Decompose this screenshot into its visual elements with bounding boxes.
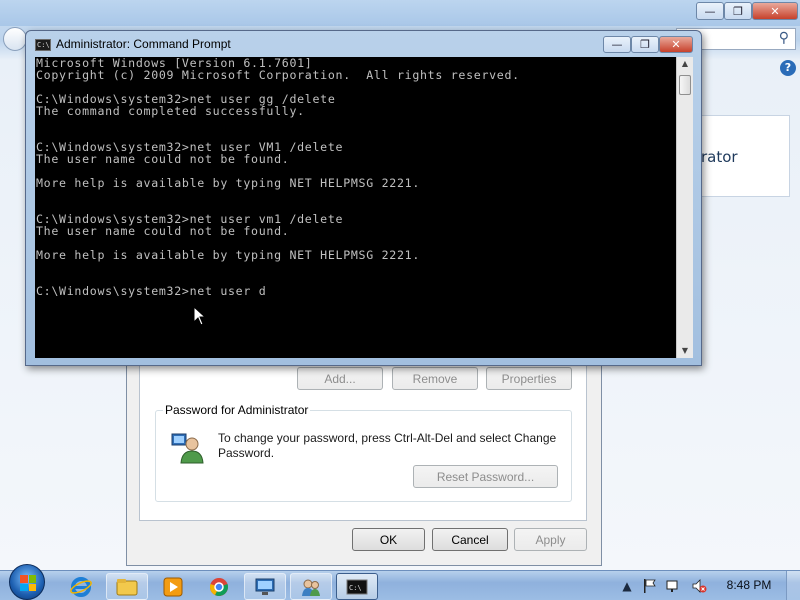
internet-explorer-icon [70, 576, 92, 597]
console-line: More help is available by typing NET HEL… [36, 248, 421, 262]
close-button[interactable]: ✕ [659, 36, 693, 53]
taskbar-remote-desktop[interactable] [244, 573, 286, 600]
action-center-flag-icon[interactable] [641, 577, 659, 595]
maximize-button[interactable]: ❐ [724, 2, 752, 20]
chrome-icon [210, 577, 228, 596]
media-player-icon [163, 577, 183, 596]
account-panel-text: rator [701, 148, 738, 166]
background-caption-buttons: — ❐ ✕ [696, 2, 798, 20]
maximize-button[interactable]: ❐ [631, 36, 659, 53]
windows-explorer-icon [116, 578, 138, 595]
taskbar-user-accounts[interactable] [290, 573, 332, 600]
user-accounts-icon [302, 579, 320, 596]
network-icon[interactable] [665, 577, 683, 595]
taskbar-media-player[interactable] [152, 573, 194, 600]
console-line: The user name could not be found. [36, 224, 290, 238]
command-prompt-window[interactable]: C:\ Administrator: Command Prompt — ❐ ✕ … [25, 30, 702, 366]
help-icon[interactable]: ? [780, 60, 796, 76]
close-button[interactable]: ✕ [752, 2, 798, 20]
console-line: Copyright (c) 2009 Microsoft Corporation… [36, 68, 520, 82]
cmd-caption-buttons: — ❐ ✕ [603, 36, 693, 53]
minimize-button[interactable]: — [603, 36, 631, 53]
taskbar-clock[interactable]: 8:48 PM [716, 578, 782, 592]
volume-muted-icon[interactable] [690, 577, 708, 595]
background-titlebar: — ❐ ✕ [0, 0, 800, 26]
scroll-thumb[interactable] [679, 75, 691, 95]
dialog-tab-page: Add... Remove Properties Password for Ad… [139, 351, 587, 521]
taskbar-internet-explorer[interactable] [60, 573, 102, 600]
window-title: Administrator: Command Prompt [56, 37, 231, 51]
back-button[interactable] [3, 27, 27, 51]
taskbar-windows-explorer[interactable] [106, 573, 148, 600]
command-prompt-icon: C:\ [346, 579, 368, 594]
console-output[interactable]: Microsoft Windows [Version 6.1.7601] Copy… [35, 57, 676, 358]
scroll-down-icon[interactable]: ▼ [677, 344, 693, 358]
taskbar: C:\ ▲ 8:48 PM [0, 564, 800, 600]
svg-text:C:\: C:\ [349, 584, 362, 592]
account-panel: rator [700, 115, 790, 197]
start-button[interactable] [9, 564, 45, 600]
vertical-scrollbar[interactable]: ▲ ▼ [676, 57, 693, 358]
cancel-button[interactable]: Cancel [432, 528, 508, 551]
remote-desktop-icon [255, 578, 275, 595]
show-hidden-icons-icon[interactable]: ▲ [618, 577, 636, 595]
taskbar-command-prompt[interactable]: C:\ [336, 573, 378, 600]
console-line: The command completed successfully. [36, 104, 305, 118]
windows-logo-icon [20, 575, 36, 591]
minimize-button[interactable]: — [696, 2, 724, 20]
properties-button[interactable]: Properties [486, 367, 572, 390]
reset-password-button[interactable]: Reset Password... [413, 465, 558, 488]
remove-button[interactable]: Remove [392, 367, 478, 390]
console-line: C:\Windows\system32>net user d [36, 284, 267, 298]
mouse-cursor-icon [193, 306, 207, 326]
ok-button[interactable]: OK [352, 528, 425, 551]
command-prompt-icon: C:\ [35, 39, 51, 51]
scroll-up-icon[interactable]: ▲ [677, 57, 693, 71]
taskbar-chrome[interactable] [198, 573, 240, 600]
apply-button[interactable]: Apply [514, 528, 587, 551]
password-instructions: To change your password, press Ctrl-Alt-… [218, 431, 557, 460]
show-desktop-button[interactable] [786, 571, 800, 600]
console-line: More help is available by typing NET HEL… [36, 176, 421, 190]
search-icon[interactable]: ⚲ [779, 30, 789, 46]
user-icon [171, 433, 204, 464]
add-button[interactable]: Add... [297, 367, 383, 390]
console-line: The user name could not be found. [36, 152, 290, 166]
user-accounts-dialog: Add... Remove Properties Password for Ad… [126, 350, 602, 566]
password-group-label: Password for Administrator [163, 403, 311, 417]
